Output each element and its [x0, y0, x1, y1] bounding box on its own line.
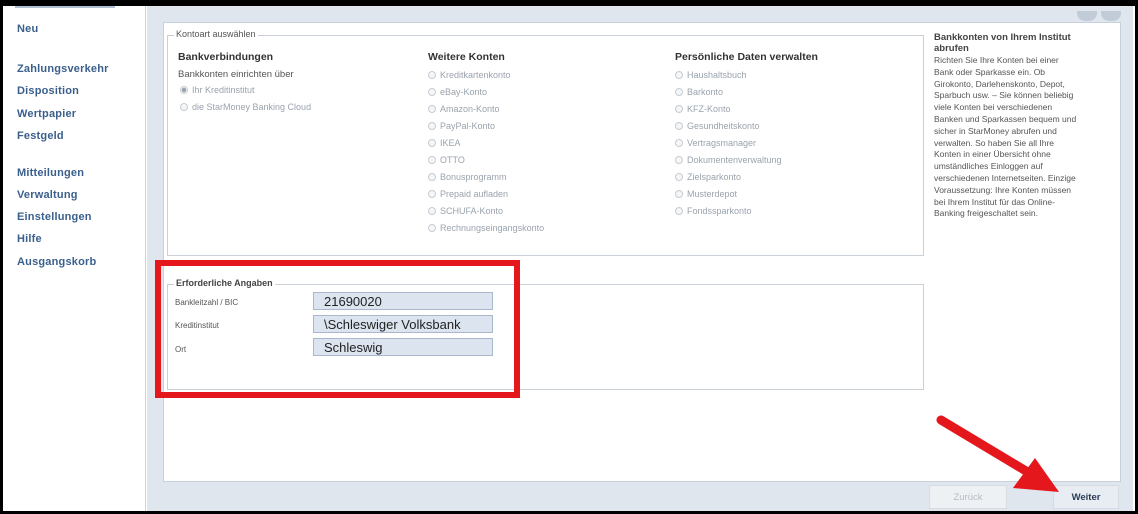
sidebar-item-wertpapier[interactable]: Wertpapier — [17, 108, 76, 120]
radio-car-account[interactable]: KFZ-Konto — [675, 104, 731, 114]
sidebar: Neu Zahlungsverkehr Disposition Wertpapi… — [3, 6, 146, 511]
radio-savings-goal[interactable]: Zielsparkonto — [675, 172, 741, 182]
radio-household-book[interactable]: Haushaltsbuch — [675, 70, 747, 80]
radio-amazon[interactable]: Amazon-Konto — [428, 104, 500, 114]
sidebar-item-einstellungen[interactable]: Einstellungen — [17, 211, 92, 223]
sidebar-item-neu[interactable]: Neu — [17, 23, 38, 35]
radio-banking-cloud[interactable]: die StarMoney Banking Cloud — [180, 102, 311, 112]
radio-fund-savings[interactable]: Fondssparkonto — [675, 206, 752, 216]
radio-ikea[interactable]: IKEA — [428, 138, 461, 148]
radio-model-portfolio[interactable]: Musterdepot — [675, 189, 737, 199]
info-text: Richten Sie Ihre Konten bei einer Bank o… — [934, 55, 1077, 219]
menu-icon[interactable] — [1101, 11, 1121, 21]
bank-connections-heading: Bankverbindungen — [178, 51, 274, 63]
sidebar-item-disposition[interactable]: Disposition — [17, 85, 79, 97]
radio-ebay[interactable]: eBay-Konto — [428, 87, 487, 97]
info-title: Bankkonten von Ihrem Institut abrufen — [934, 32, 1071, 54]
radio-cash-account[interactable]: Barkonto — [675, 87, 723, 97]
window-controls[interactable] — [1073, 6, 1125, 21]
radio-invoice[interactable]: Rechnungseingangskonto — [428, 223, 544, 233]
radio-selected-icon — [180, 86, 188, 94]
arrow-icon — [936, 415, 1059, 492]
radio-paypal[interactable]: PayPal-Konto — [428, 121, 495, 131]
radio-prepaid[interactable]: Prepaid aufladen — [428, 189, 508, 199]
radio-credit-card[interactable]: Kreditkartenkonto — [428, 70, 511, 80]
radio-bonus[interactable]: Bonusprogramm — [428, 172, 507, 182]
radio-contract-manager[interactable]: Vertragsmanager — [675, 138, 756, 148]
highlight-box — [155, 260, 520, 398]
radio-document-management[interactable]: Dokumentenverwaltung — [675, 155, 782, 165]
radio-schufa[interactable]: SCHUFA-Konto — [428, 206, 503, 216]
sidebar-item-festgeld[interactable]: Festgeld — [17, 130, 64, 142]
radio-otto[interactable]: OTTO — [428, 155, 465, 165]
help-icon[interactable] — [1077, 11, 1097, 21]
radio-health-account[interactable]: Gesundheitskonto — [675, 121, 760, 131]
sidebar-truncated-item — [15, 6, 115, 12]
sidebar-item-mitteilungen[interactable]: Mitteilungen — [17, 167, 84, 179]
sidebar-item-hilfe[interactable]: Hilfe — [17, 233, 42, 245]
personal-data-heading: Persönliche Daten verwalten — [675, 51, 818, 63]
radio-own-institute[interactable]: Ihr Kreditinstitut — [180, 85, 255, 95]
sidebar-item-zahlungsverkehr[interactable]: Zahlungsverkehr — [17, 63, 109, 75]
radio-icon — [180, 103, 188, 111]
bank-connections-sublabel: Bankkonten einrichten über — [178, 69, 294, 80]
further-accounts-heading: Weitere Konten — [428, 51, 505, 63]
account-type-legend: Kontoart auswählen — [174, 29, 258, 39]
sidebar-item-verwaltung[interactable]: Verwaltung — [17, 189, 78, 201]
sidebar-item-ausgangskorb[interactable]: Ausgangskorb — [17, 256, 96, 268]
